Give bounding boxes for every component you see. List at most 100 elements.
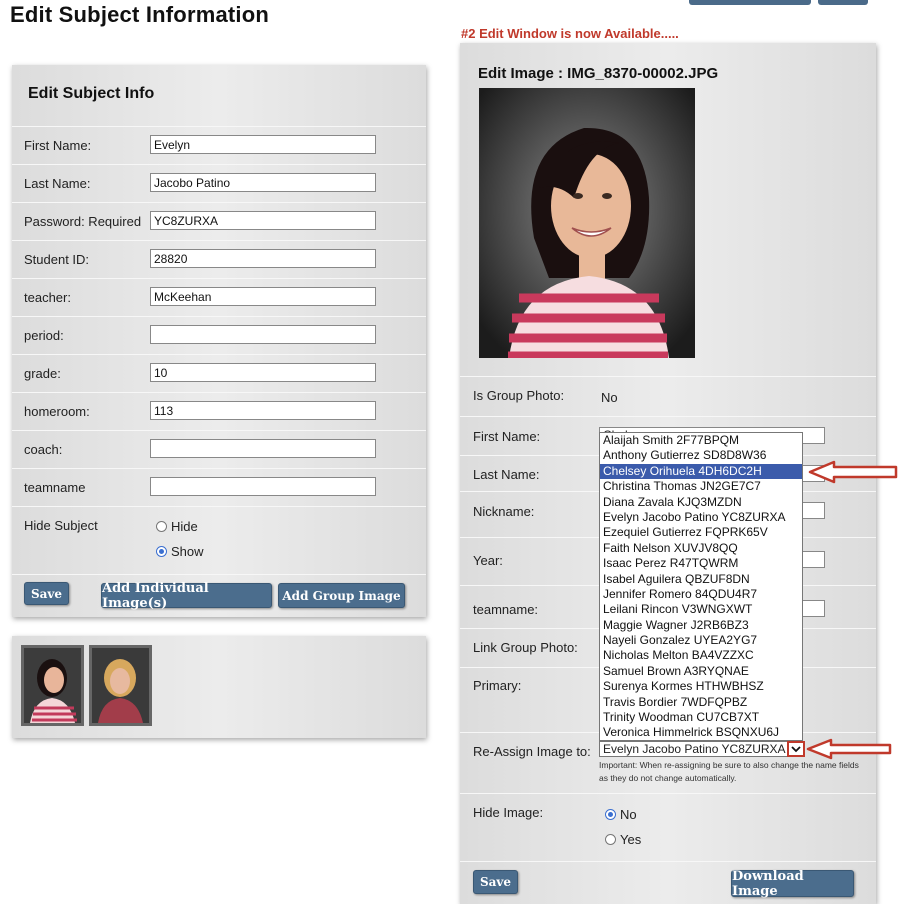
thumbnail-image-1[interactable]: [21, 645, 84, 726]
dropdown-option[interactable]: Diana Zavala KJQ3MZDN: [600, 495, 802, 510]
notice-text: #2 Edit Window is now Available.....: [461, 26, 679, 41]
link-group-photo-label: Link Group Photo:: [473, 640, 578, 655]
dropdown-option[interactable]: Leilani Rincon V3WNGXWT: [600, 602, 802, 617]
dropdown-option[interactable]: Nayeli Gonzalez UYEA2YG7: [600, 633, 802, 648]
field-label: coach:: [24, 442, 63, 457]
reassign-select[interactable]: Evelyn Jacobo Patino YC8ZURXA: [599, 741, 804, 757]
dropdown-option[interactable]: Ezequiel Gutierrez FQPRK65V: [600, 525, 802, 540]
dropdown-option[interactable]: Alaijah Smith 2F77BPQM: [600, 433, 802, 448]
last-name-input[interactable]: [150, 173, 376, 192]
radio-hide-label: Hide: [171, 519, 198, 534]
dropdown-option[interactable]: Faith Nelson XUVJV8QQ: [600, 541, 802, 556]
dropdown-option[interactable]: Jennifer Romero 84QDU4R7: [600, 587, 802, 602]
field-row-student-id: Student ID:: [12, 241, 426, 279]
dropdown-option[interactable]: Surenya Kormes HTHWBHSZ: [600, 679, 802, 694]
thumbnail-image-2[interactable]: [89, 645, 152, 726]
first-name-label: First Name:: [473, 429, 541, 444]
field-label: grade:: [24, 366, 61, 381]
period-input[interactable]: [150, 325, 376, 344]
radio-show[interactable]: [156, 546, 167, 557]
field-label: period:: [24, 328, 64, 343]
field-row-coach: coach:: [12, 431, 426, 469]
grade-input[interactable]: [150, 363, 376, 382]
field-row-period: period:: [12, 317, 426, 355]
dropdown-option[interactable]: Nicholas Melton BA4VZZXC: [600, 648, 802, 663]
radio-hide[interactable]: [156, 521, 167, 532]
dropdown-option[interactable]: Isabel Aguilera QBZUF8DN: [600, 572, 802, 587]
dropdown-option[interactable]: Samuel Brown A3RYQNAE: [600, 664, 802, 679]
radio-show-label: Show: [171, 544, 204, 559]
field-label: Student ID:: [24, 252, 90, 267]
password-input[interactable]: [150, 211, 376, 230]
coach-input[interactable]: [150, 439, 376, 458]
field-row-first-name: First Name:: [12, 127, 426, 165]
edit-subject-panel: Edit Subject Info First Name: Last Name:…: [12, 65, 426, 617]
hide-image-label: Hide Image:: [473, 805, 544, 820]
radio-yes[interactable]: [605, 834, 616, 845]
top-toolbar-button-2[interactable]: [818, 0, 868, 5]
reassign-note: Important: When re-assigning be sure to …: [599, 760, 859, 783]
hide-image-yes-option[interactable]: Yes: [605, 832, 641, 847]
hide-image-no-option[interactable]: No: [605, 807, 637, 822]
field-label: Password: Required: [24, 214, 142, 229]
image-thumbnails-panel: [12, 636, 426, 738]
dropdown-option[interactable]: Travis Bordier 7WDFQPBZ: [600, 695, 802, 710]
top-toolbar-button[interactable]: [689, 0, 811, 5]
is-group-photo-label: Is Group Photo:: [473, 388, 565, 403]
field-label: homeroom:: [24, 404, 90, 419]
row-divider: [460, 376, 876, 377]
first-name-input[interactable]: [150, 135, 376, 154]
field-row-last-name: Last Name:: [12, 165, 426, 203]
portrait-thumbnail-2: [92, 648, 149, 723]
hide-radio-option[interactable]: Hide: [156, 519, 198, 534]
show-radio-option[interactable]: Show: [156, 544, 204, 559]
homeroom-input[interactable]: [150, 401, 376, 420]
is-group-photo-value: No: [601, 390, 618, 405]
dropdown-option[interactable]: Christina Thomas JN2GE7C7: [600, 479, 802, 494]
add-group-image-button[interactable]: Add Group Image: [278, 583, 405, 608]
radio-no[interactable]: [605, 809, 616, 820]
field-label: First Name:: [24, 138, 92, 153]
last-name-label: Last Name:: [473, 467, 540, 482]
field-row-teacher: teacher:: [12, 279, 426, 317]
dropdown-option[interactable]: Veronica Himmelrick BSQNXU6J: [600, 725, 802, 740]
hide-subject-label: Hide Subject: [24, 518, 98, 533]
row-divider: [460, 861, 876, 862]
student-id-input[interactable]: [150, 249, 376, 268]
field-label: Last Name:: [24, 176, 91, 191]
row-divider: [460, 793, 876, 794]
dropdown-option[interactable]: Isaac Perez R47TQWRM: [600, 556, 802, 571]
save-image-button[interactable]: Save: [473, 870, 518, 894]
field-row-teamname: teamname: [12, 469, 426, 507]
teacher-input[interactable]: [150, 287, 376, 306]
chevron-down-icon[interactable]: [787, 741, 805, 757]
subject-photo: [479, 88, 695, 358]
field-row-homeroom: homeroom:: [12, 393, 426, 431]
subject-portrait-image: [479, 88, 695, 358]
field-row-password: Password: Required: [12, 203, 426, 241]
annotation-arrow-icon: [806, 738, 892, 760]
download-image-button[interactable]: Download Image: [731, 869, 854, 899]
annotation-arrow-icon: [808, 460, 898, 484]
dropdown-option[interactable]: Trinity Woodman CU7CB7XT: [600, 710, 802, 725]
dropdown-option-selected[interactable]: Chelsey Orihuela 4DH6DC2H: [600, 463, 802, 480]
field-label: teamname: [24, 480, 86, 495]
dropdown-option[interactable]: Anthony Gutierrez SD8D8W36: [600, 448, 802, 463]
year-label: Year:: [473, 553, 503, 568]
edit-image-heading: Edit Image : IMG_8370-00002.JPG: [478, 65, 719, 82]
portrait-thumbnail-1: [24, 648, 81, 723]
panel-header: Edit Subject Info: [12, 65, 426, 127]
reassign-label: Re-Assign Image to:: [473, 744, 591, 759]
add-individual-image-button[interactable]: Add Individual Image(s): [101, 581, 272, 611]
dropdown-option[interactable]: Evelyn Jacobo Patino YC8ZURXA: [600, 510, 802, 525]
radio-yes-label: Yes: [620, 832, 642, 847]
field-row-grade: grade:: [12, 355, 426, 393]
reassign-dropdown-list[interactable]: Alaijah Smith 2F77BPQM Anthony Gutierrez…: [599, 432, 803, 741]
page-title: Edit Subject Information: [10, 2, 270, 27]
save-subject-button[interactable]: Save: [24, 582, 69, 605]
hide-subject-row: Hide Subject Hide Show: [12, 507, 426, 575]
dropdown-option[interactable]: Maggie Wagner J2RB6BZ3: [600, 618, 802, 633]
teamname-input[interactable]: [150, 477, 376, 496]
field-label: teacher:: [24, 290, 71, 305]
primary-label: Primary:: [473, 678, 522, 693]
